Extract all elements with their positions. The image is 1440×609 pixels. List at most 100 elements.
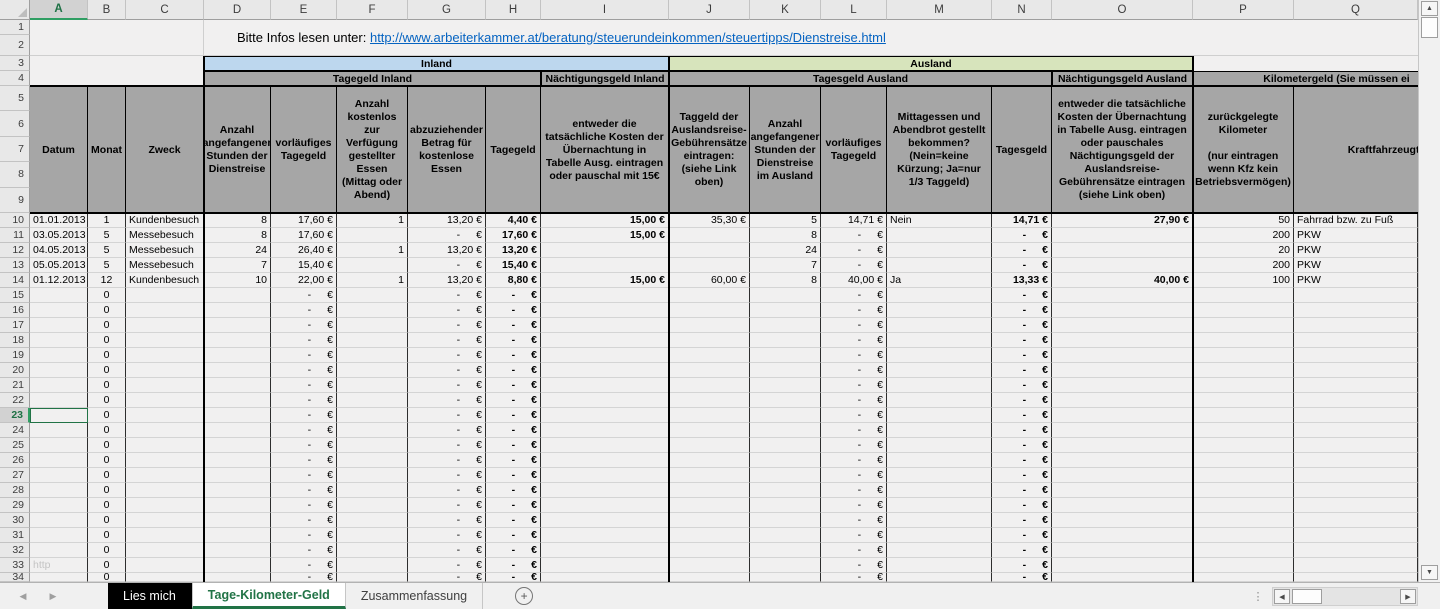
cell-I21[interactable] <box>541 378 669 393</box>
cell-G21[interactable]: -€ <box>408 378 486 393</box>
header-cell-P[interactable]: zurückgelegte Kilometer (nur eintragen w… <box>1193 86 1294 213</box>
cell-P19[interactable] <box>1193 348 1294 363</box>
cell-C24[interactable] <box>126 423 204 438</box>
cell-M33[interactable] <box>887 558 992 573</box>
cell-K16[interactable] <box>750 303 821 318</box>
cell-F15[interactable] <box>337 288 408 303</box>
cell-B12[interactable]: 5 <box>88 243 126 258</box>
cell-M18[interactable] <box>887 333 992 348</box>
header-cell-G[interactable]: abzuziehender Betrag für kostenlose Esse… <box>408 86 486 213</box>
row-header-10[interactable]: 10 <box>0 213 30 228</box>
cell-A22[interactable] <box>30 393 88 408</box>
cell-B15[interactable]: 0 <box>88 288 126 303</box>
cell-K31[interactable] <box>750 528 821 543</box>
header-cell-O[interactable]: entweder die tatsächliche Kosten der Übe… <box>1052 86 1193 213</box>
row-header-5[interactable]: 5 <box>0 86 30 111</box>
cell-J26[interactable] <box>669 453 750 468</box>
cell-G10[interactable]: 13,20 € <box>408 213 486 228</box>
cell-K11[interactable]: 8 <box>750 228 821 243</box>
sheet-tab-zusammenfassung[interactable]: Zusammenfassung <box>346 583 483 609</box>
cell-G13[interactable]: -€ <box>408 258 486 273</box>
cell-C13[interactable]: Messebesuch <box>126 258 204 273</box>
row-header-7[interactable]: 7 <box>0 137 30 162</box>
cell-D14[interactable]: 10 <box>204 273 271 288</box>
cell-D22[interactable] <box>204 393 271 408</box>
cell-M32[interactable] <box>887 543 992 558</box>
cell-P15[interactable] <box>1193 288 1294 303</box>
cell-M19[interactable] <box>887 348 992 363</box>
cell-J20[interactable] <box>669 363 750 378</box>
cell-P33[interactable] <box>1193 558 1294 573</box>
cell-F29[interactable] <box>337 498 408 513</box>
row-header-15[interactable]: 15 <box>0 288 30 303</box>
cell-C19[interactable] <box>126 348 204 363</box>
cell-G29[interactable]: -€ <box>408 498 486 513</box>
cell-G16[interactable]: -€ <box>408 303 486 318</box>
cell-L33[interactable]: -€ <box>821 558 887 573</box>
header-cell-K[interactable]: Anzahl angefangener Stunden der Dienstre… <box>750 86 821 213</box>
cell-M20[interactable] <box>887 363 992 378</box>
cell-C11[interactable]: Messebesuch <box>126 228 204 243</box>
cell-A32[interactable] <box>30 543 88 558</box>
row-header-17[interactable]: 17 <box>0 318 30 333</box>
cell-F28[interactable] <box>337 483 408 498</box>
cell-I26[interactable] <box>541 453 669 468</box>
cell-F24[interactable] <box>337 423 408 438</box>
cell-N33[interactable]: -€ <box>992 558 1052 573</box>
cell-M30[interactable] <box>887 513 992 528</box>
cell-C21[interactable] <box>126 378 204 393</box>
cell-E26[interactable]: -€ <box>271 453 337 468</box>
cell-H29[interactable]: -€ <box>486 498 541 513</box>
cell-C32[interactable] <box>126 543 204 558</box>
cell-G17[interactable]: -€ <box>408 318 486 333</box>
cell-A18[interactable] <box>30 333 88 348</box>
cell-B22[interactable]: 0 <box>88 393 126 408</box>
cell-O30[interactable] <box>1052 513 1193 528</box>
cell-M28[interactable] <box>887 483 992 498</box>
cell-K34[interactable] <box>750 573 821 582</box>
cell-E17[interactable]: -€ <box>271 318 337 333</box>
cell-N28[interactable]: -€ <box>992 483 1052 498</box>
cell-E21[interactable]: -€ <box>271 378 337 393</box>
cell-M15[interactable] <box>887 288 992 303</box>
cell-N31[interactable]: -€ <box>992 528 1052 543</box>
cell-N29[interactable]: -€ <box>992 498 1052 513</box>
cell-J30[interactable] <box>669 513 750 528</box>
cell-E15[interactable]: -€ <box>271 288 337 303</box>
cell-C29[interactable] <box>126 498 204 513</box>
cell-J12[interactable] <box>669 243 750 258</box>
cell-O12[interactable] <box>1052 243 1193 258</box>
cell-G31[interactable]: -€ <box>408 528 486 543</box>
row-header-32[interactable]: 32 <box>0 543 30 558</box>
row-header-29[interactable]: 29 <box>0 498 30 513</box>
cell-I27[interactable] <box>541 468 669 483</box>
cell-E33[interactable]: -€ <box>271 558 337 573</box>
cell-F25[interactable] <box>337 438 408 453</box>
cell-I16[interactable] <box>541 303 669 318</box>
cell-A11[interactable]: 03.05.2013 <box>30 228 88 243</box>
cell-M25[interactable] <box>887 438 992 453</box>
cell-N15[interactable]: -€ <box>992 288 1052 303</box>
cell-J17[interactable] <box>669 318 750 333</box>
cell-L24[interactable]: -€ <box>821 423 887 438</box>
info-banner-link[interactable]: http://www.arbeiterkammer.at/beratung/st… <box>370 30 886 45</box>
cell-J16[interactable] <box>669 303 750 318</box>
cell-B30[interactable]: 0 <box>88 513 126 528</box>
cell-D11[interactable]: 8 <box>204 228 271 243</box>
cell-N10[interactable]: 14,71 € <box>992 213 1052 228</box>
cell-H27[interactable]: -€ <box>486 468 541 483</box>
header-cell-H[interactable]: Tagegeld <box>486 86 541 213</box>
cell-I13[interactable] <box>541 258 669 273</box>
cell-O24[interactable] <box>1052 423 1193 438</box>
cell-C25[interactable] <box>126 438 204 453</box>
cell-H11[interactable]: 17,60 € <box>486 228 541 243</box>
cell-C26[interactable] <box>126 453 204 468</box>
cell-C33[interactable] <box>126 558 204 573</box>
cell-Q27[interactable] <box>1294 468 1418 483</box>
cell-C15[interactable] <box>126 288 204 303</box>
cell-L26[interactable]: -€ <box>821 453 887 468</box>
scroll-right-button[interactable]: ▶ <box>1400 589 1416 604</box>
cell-G11[interactable]: -€ <box>408 228 486 243</box>
cell-I24[interactable] <box>541 423 669 438</box>
column-header-L[interactable]: L <box>821 0 887 20</box>
